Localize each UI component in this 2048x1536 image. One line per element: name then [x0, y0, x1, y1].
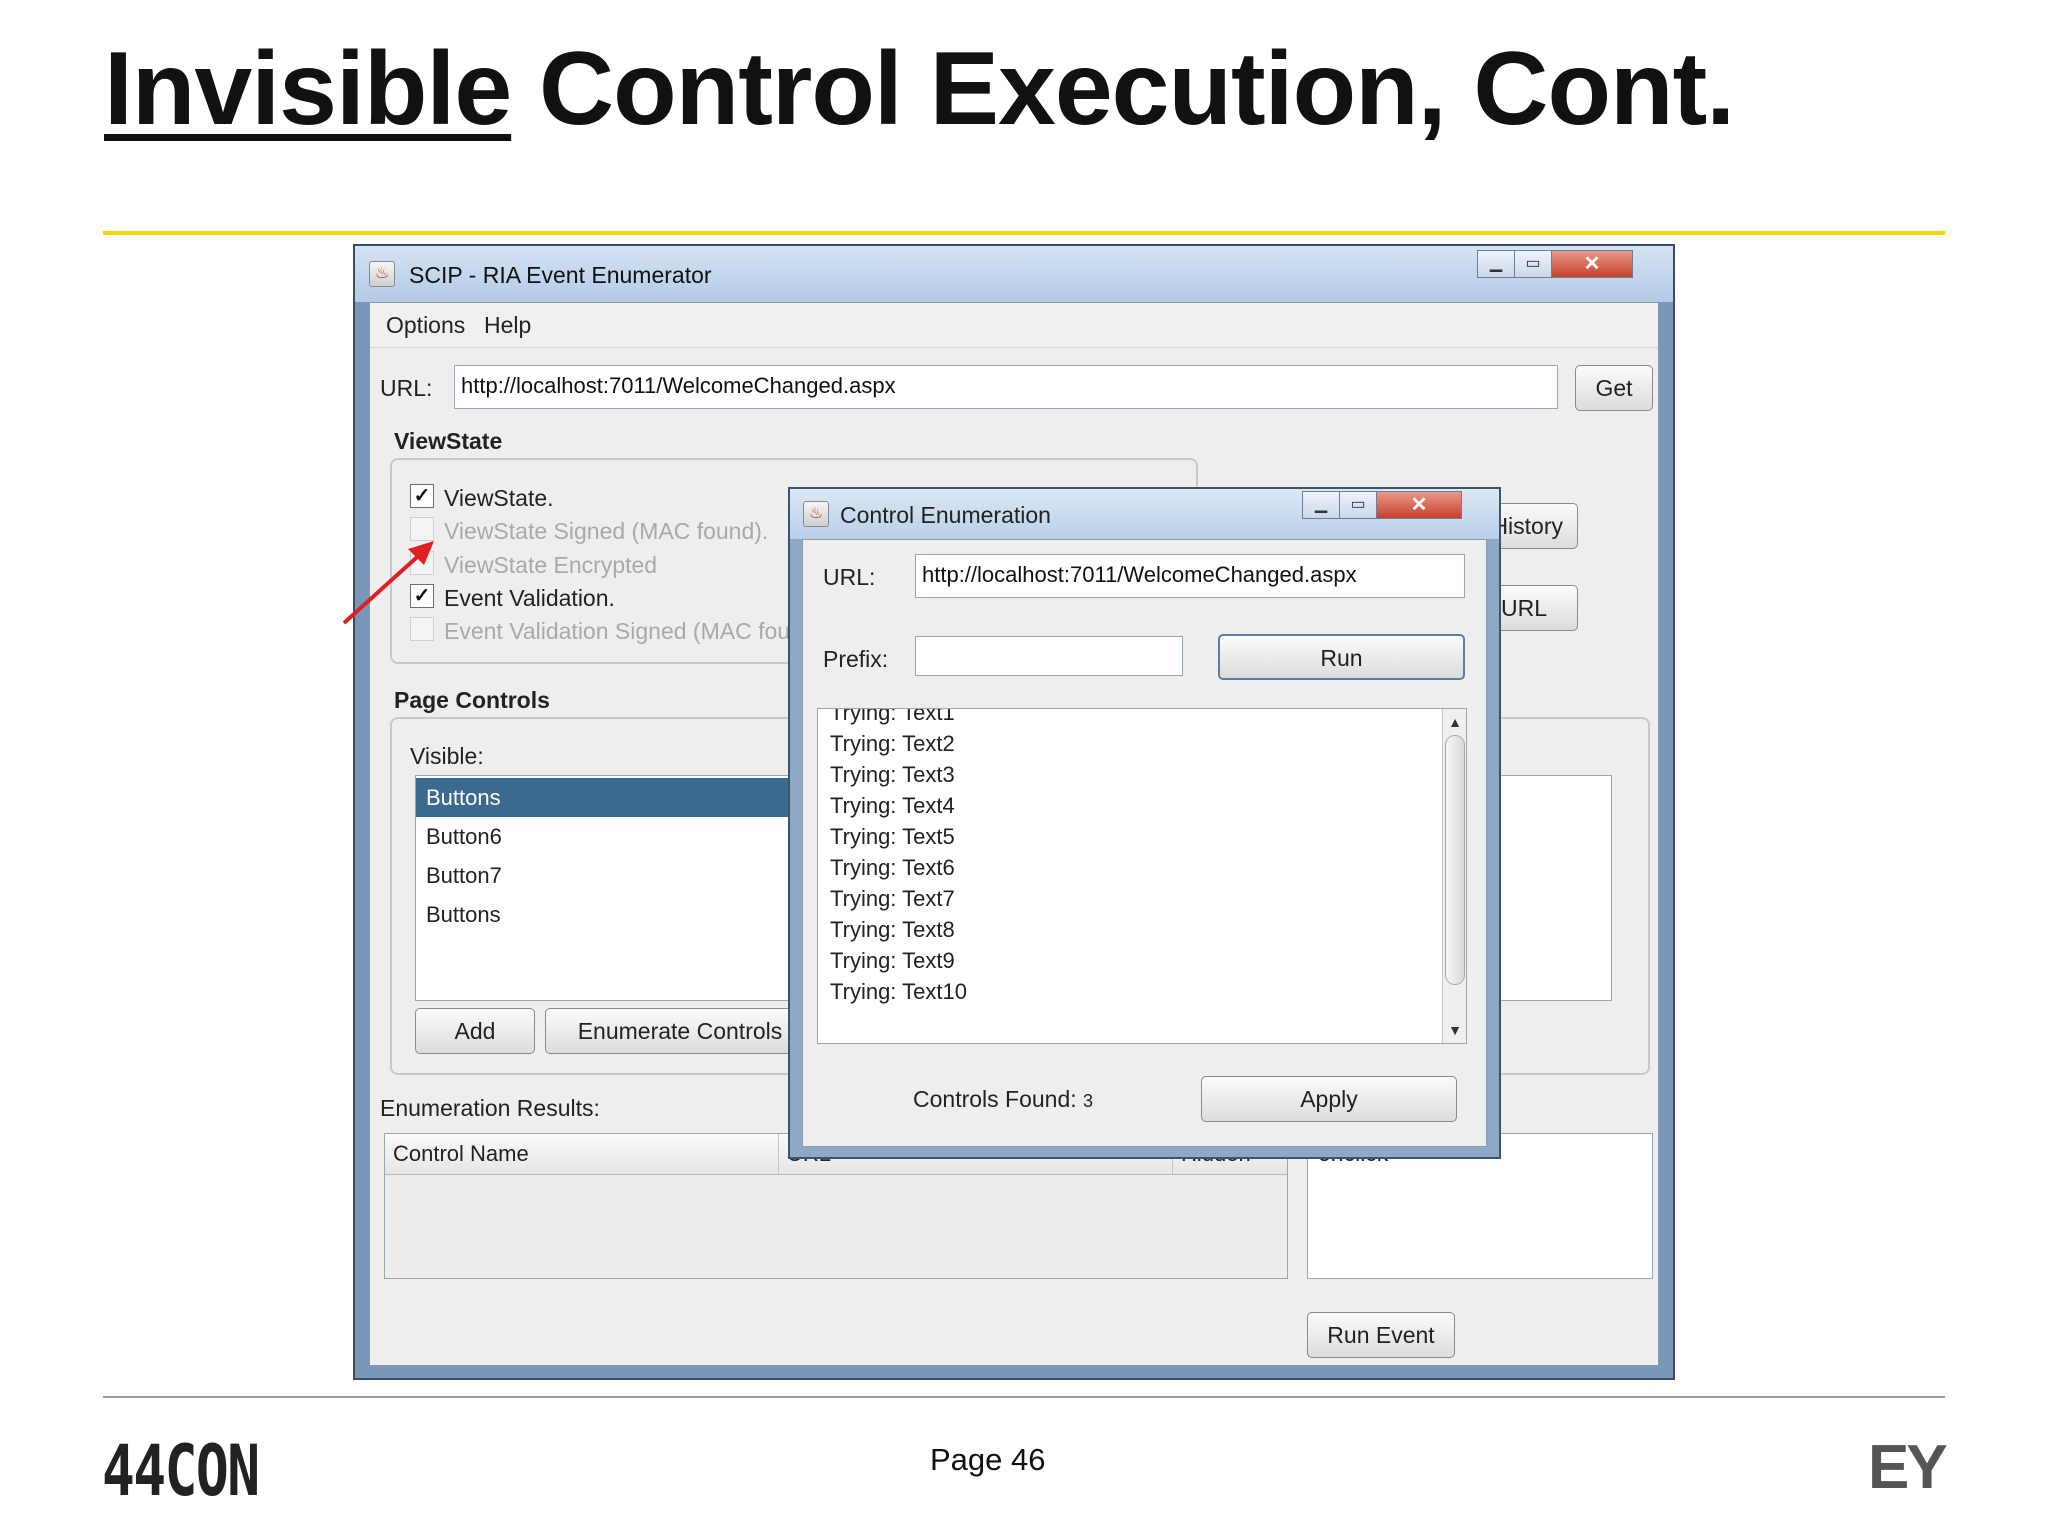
- menu-options[interactable]: Options: [386, 312, 465, 339]
- main-titlebar: ♨ SCIP - RIA Event Enumerator ▁ ▭ ✕: [355, 246, 1673, 302]
- event-validation-label: Event Validation.: [444, 585, 615, 611]
- close-icon[interactable]: ✕: [1376, 491, 1462, 519]
- dialog-client-area: URL: http://localhost:7011/WelcomeChange…: [802, 539, 1487, 1147]
- controls-found-count: 3: [1083, 1091, 1094, 1111]
- title-divider: [103, 231, 1945, 235]
- list-item: Trying: Text4: [830, 793, 955, 818]
- 44con-logo: 44CON: [102, 1430, 260, 1512]
- list-item: Trying: Text5: [830, 824, 955, 849]
- list-item: Trying: Text1: [830, 708, 955, 725]
- dialog-url-input[interactable]: http://localhost:7011/WelcomeChanged.asp…: [915, 554, 1465, 598]
- minimize-icon[interactable]: ▁: [1302, 491, 1340, 519]
- list-item: Trying: Text10: [830, 979, 967, 1004]
- java-app-icon: ♨: [803, 501, 829, 527]
- ey-logo: EY: [1868, 1433, 1948, 1502]
- viewstate-signed-label: ViewState Signed (MAC found).: [444, 518, 769, 544]
- visible-label: Visible:: [410, 743, 484, 769]
- list-item: Trying: Text3: [830, 762, 955, 787]
- maximize-icon[interactable]: ▭: [1514, 250, 1552, 278]
- viewstate-heading: ViewState: [394, 428, 503, 454]
- dialog-titlebar: ♨ Control Enumeration ▁ ▭ ✕: [790, 489, 1499, 539]
- get-button[interactable]: Get: [1575, 365, 1653, 411]
- control-enumeration-dialog: ♨ Control Enumeration ▁ ▭ ✕ URL: http://…: [788, 487, 1501, 1159]
- scroll-thumb[interactable]: [1445, 735, 1465, 985]
- java-app-icon: ♨: [369, 261, 395, 287]
- menu-help[interactable]: Help: [484, 312, 531, 339]
- enumeration-log-list[interactable]: Trying: Text1 Trying: Text2 Trying: Text…: [817, 708, 1467, 1044]
- arrow-annotation-icon: [342, 541, 434, 625]
- page-controls-heading: Page Controls: [394, 687, 550, 713]
- viewstate-checkbox[interactable]: ✓: [410, 484, 434, 508]
- list-item[interactable]: Button7: [416, 856, 824, 895]
- list-item[interactable]: Buttons: [416, 895, 824, 934]
- list-item[interactable]: Button6: [416, 817, 824, 856]
- enumerate-controls-button[interactable]: Enumerate Controls: [545, 1008, 815, 1054]
- main-window-title: SCIP - RIA Event Enumerator: [409, 262, 712, 288]
- controls-found-label: Controls Found: 3: [913, 1086, 1093, 1113]
- maximize-icon[interactable]: ▭: [1339, 491, 1377, 519]
- prefix-label: Prefix:: [823, 646, 889, 672]
- dialog-title: Control Enumeration: [840, 502, 1051, 528]
- close-icon[interactable]: ✕: [1551, 250, 1633, 278]
- list-item: Trying: Text7: [830, 886, 955, 911]
- add-button[interactable]: Add: [415, 1008, 535, 1054]
- list-item[interactable]: Buttons: [416, 778, 824, 817]
- list-item: Trying: Text2: [830, 731, 955, 756]
- url-label: URL:: [380, 375, 433, 401]
- menu-bar: Options Help: [370, 303, 1658, 348]
- run-event-button[interactable]: Run Event: [1307, 1312, 1455, 1358]
- slide-title-underlined: Invisible: [104, 31, 512, 147]
- slide-title-rest: Control Execution, Cont.: [511, 31, 1735, 147]
- list-item: Trying: Text6: [830, 855, 955, 880]
- scroll-down-icon[interactable]: ▼: [1444, 1019, 1466, 1041]
- enumeration-results-label: Enumeration Results:: [380, 1095, 600, 1121]
- apply-button[interactable]: Apply: [1201, 1076, 1457, 1122]
- run-button[interactable]: Run: [1218, 634, 1465, 680]
- column-header-control-name[interactable]: Control Name: [385, 1134, 779, 1174]
- page-number: Page 46: [930, 1442, 1046, 1477]
- dialog-url-label: URL:: [823, 564, 876, 590]
- hidden-controls-list[interactable]: [1500, 775, 1612, 1001]
- slide-title: Invisible Control Execution, Cont.: [104, 30, 1735, 149]
- url-input[interactable]: http://localhost:7011/WelcomeChanged.asp…: [454, 365, 1558, 409]
- minimize-icon[interactable]: ▁: [1477, 250, 1515, 278]
- prefix-input[interactable]: [915, 636, 1183, 676]
- viewstate-checkbox-label: ViewState.: [444, 485, 554, 511]
- visible-controls-list[interactable]: Buttons Button6 Button7 Buttons: [415, 775, 825, 1001]
- controls-found-text: Controls Found:: [913, 1086, 1077, 1112]
- viewstate-encrypted-label: ViewState Encrypted: [444, 552, 658, 578]
- footer-divider: [103, 1396, 1945, 1398]
- scroll-up-icon[interactable]: ▲: [1444, 711, 1466, 733]
- log-scrollbar[interactable]: ▲ ▼: [1442, 709, 1466, 1043]
- event-validation-signed-label: Event Validation Signed (MAC foun: [444, 618, 803, 644]
- list-item: Trying: Text8: [830, 917, 955, 942]
- list-item: Trying: Text9: [830, 948, 955, 973]
